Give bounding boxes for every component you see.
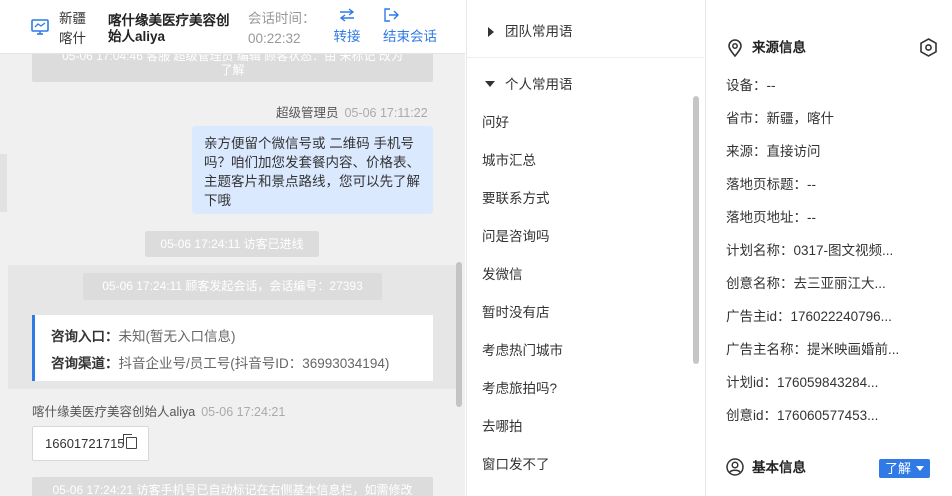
consult-entry-label: 咨询入口： xyxy=(51,329,119,344)
source-info-panel: 来源信息 设备：-- 省市：新疆，喀什 来源：直接访问 落地页标题：-- 落地页地址：-… xyxy=(705,0,952,496)
customer-sender-name: 喀什缘美医疗美容创始人aliya xyxy=(32,405,196,419)
customer-name-line: 始人aliya xyxy=(108,29,166,44)
source-info-row: 广告主名称：提米映画婚前... xyxy=(726,342,900,357)
customer-sender-line: 喀什缘美医疗美容创始人aliya 05-06 17:24:21 xyxy=(32,401,285,420)
agent-message-bubble: 亲方便留个微信号或 二维码 手机号吗？咱们加您发套餐内容、价格表、主题客片和景点… xyxy=(192,126,433,214)
exit-icon xyxy=(383,8,441,26)
session-time: 会话时间： 00:22:32 xyxy=(248,9,316,49)
phrase-item[interactable]: 要联系方式 xyxy=(482,188,682,210)
team-phrases-group[interactable]: 团队常用语 xyxy=(467,6,704,58)
session-time-value: 00:22:32 xyxy=(248,31,301,46)
phrase-item[interactable]: 发微信 xyxy=(482,264,682,286)
caret-down-icon xyxy=(485,81,495,87)
session-time-label: 会话时间： xyxy=(248,11,316,26)
quick-phrases-panel: 团队常用语 个人常用语 问好城市汇总要联系方式问是咨询吗发微信暂时没有店考虑热门… xyxy=(466,0,704,496)
location-pin-icon xyxy=(728,39,742,57)
source-info-row: 落地页地址：-- xyxy=(726,210,816,225)
system-message-phone-marked: 05-06 17:24:21 访客手机号已自动标记在右侧基本信息栏，如需修改 xyxy=(32,477,433,496)
source-info-row: 计划名称：0317-图文视频... xyxy=(726,243,894,258)
phrase-item[interactable]: 暂时没有店 xyxy=(482,302,682,324)
personal-phrases-group[interactable]: 个人常用语 xyxy=(505,72,573,98)
phone-number: 16601721715 xyxy=(45,436,125,451)
transfer-icon xyxy=(331,8,363,26)
copy-icon[interactable] xyxy=(122,434,137,449)
agent-message-time: 05-06 17:11:22 xyxy=(344,106,428,120)
phrase-item[interactable]: 城市汇总 xyxy=(482,150,682,172)
monitor-icon xyxy=(31,19,49,35)
user-circle-icon xyxy=(726,458,744,476)
team-phrases-label: 团队常用语 xyxy=(505,24,573,39)
customer-message-time: 05-06 17:24:21 xyxy=(201,405,286,419)
system-message-session-started: 05-06 17:24:11 顾客发起会话，会话编号：27393 xyxy=(83,273,382,300)
location-city: 喀什 xyxy=(59,31,86,46)
source-info-row: 广告主id：176022240796... xyxy=(726,309,892,324)
basic-info-title: 基本信息 xyxy=(752,460,806,475)
caret-right-icon xyxy=(488,27,494,37)
end-session-button[interactable]: 结束会话 xyxy=(383,8,441,48)
system-message-visitor-entered: 05-06 17:24:11 访客已进线 xyxy=(145,231,319,257)
source-info-row: 来源：直接访问 xyxy=(726,144,821,159)
agent-sender-name: 超级管理员 xyxy=(276,106,339,120)
source-info-row: 计划id：176059843284... xyxy=(726,375,879,390)
phrase-item[interactable]: 问是咨询吗 xyxy=(482,226,682,248)
consult-entry-value: 未知(暂无入口信息) xyxy=(118,329,236,344)
consult-info-card: 咨询入口：未知(暂无入口信息) 咨询渠道：抖音企业号/员工号(抖音号ID：369… xyxy=(32,315,433,381)
status-tag-label: 了解 xyxy=(885,461,912,476)
transfer-label: 转接 xyxy=(333,29,361,44)
left-edge-tab xyxy=(0,154,7,212)
customer-name: 喀什缘美医疗美容创 始人aliya xyxy=(108,13,240,45)
phrase-item[interactable]: 考虑旅拍吗? xyxy=(482,378,682,400)
source-info-title: 来源信息 xyxy=(752,40,806,55)
chat-header: 新疆 喀什 喀什缘美医疗美容创 始人aliya 会话时间： 00:22:32 转… xyxy=(0,0,465,54)
source-info-row: 创意名称：去三亚丽江大... xyxy=(726,276,886,291)
consult-channel-label: 咨询渠道： xyxy=(51,356,119,371)
phrase-item[interactable]: 问好 xyxy=(482,112,682,134)
consult-channel-row: 咨询渠道：抖音企业号/员工号(抖音号ID：36993034194) xyxy=(51,350,433,377)
customer-location: 新疆 喀什 xyxy=(59,9,99,49)
end-session-label: 结束会话 xyxy=(383,29,437,44)
source-info-row: 设备：-- xyxy=(726,78,776,93)
status-tag-dropdown[interactable]: 了解 xyxy=(879,459,930,478)
phrase-item[interactable]: 去哪拍 xyxy=(482,416,682,438)
chevron-down-icon xyxy=(916,466,924,471)
location-province: 新疆 xyxy=(59,11,86,26)
chat-panel: 05-06 17:04:46 客服 超级管理员 编辑 顾客状态：由 未标记 改为… xyxy=(0,0,465,496)
consult-entry-row: 咨询入口：未知(暂无入口信息) xyxy=(51,323,433,350)
phrases-scrollbar[interactable] xyxy=(693,96,699,364)
customer-phone-message[interactable]: 16601721715 xyxy=(32,426,149,461)
source-info-row: 省市：新疆，喀什 xyxy=(726,111,834,126)
phrase-item[interactable]: 窗口发不了 xyxy=(482,454,682,476)
transfer-button[interactable]: 转接 xyxy=(331,8,363,48)
source-info-row: 创意id：176060577453... xyxy=(726,408,879,423)
phrase-item[interactable]: 考虑热门城市 xyxy=(482,340,682,362)
customer-name-line: 喀什缘美医疗美容创 xyxy=(108,13,230,28)
source-info-row: 落地页标题：-- xyxy=(726,177,816,192)
chat-scrollbar[interactable] xyxy=(456,262,462,407)
hexagon-eye-icon[interactable] xyxy=(919,38,938,57)
system-message-text: 了解 xyxy=(220,63,245,77)
consult-channel-value: 抖音企业号/员工号(抖音号ID：36993034194) xyxy=(118,356,390,371)
agent-sender-line: 超级管理员 05-06 17:11:22 xyxy=(276,102,428,121)
